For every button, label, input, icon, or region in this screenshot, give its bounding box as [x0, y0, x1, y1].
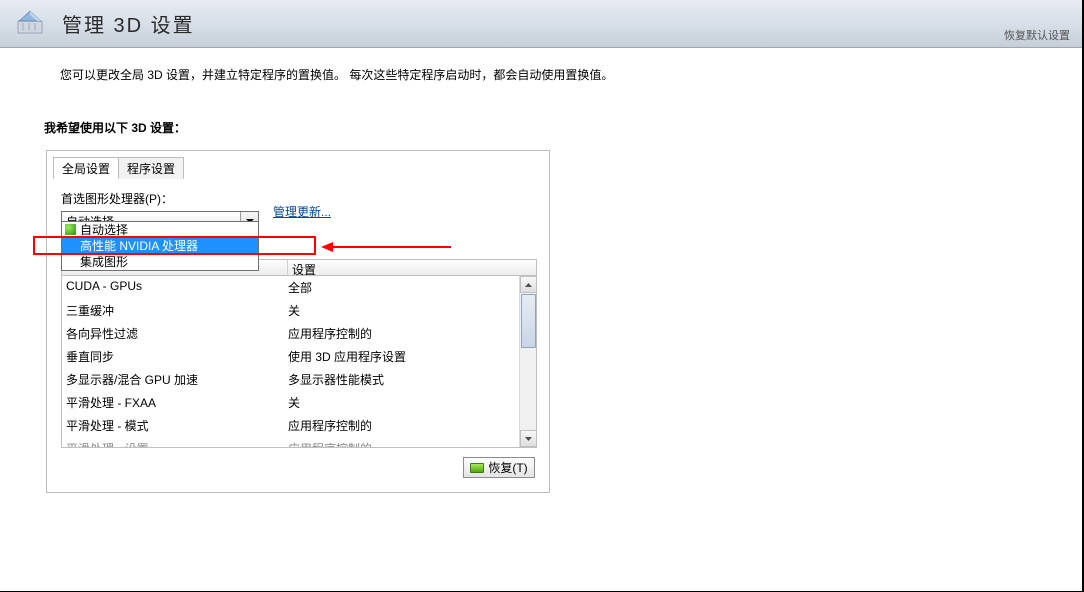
manage-updates-link[interactable]: 管理更新...	[273, 203, 331, 220]
vertical-scrollbar[interactable]	[519, 276, 536, 447]
scroll-down-icon[interactable]	[520, 430, 537, 447]
row-feature: 多显示器/混合 GPU 加速	[66, 371, 288, 388]
table-row[interactable]: 多显示器/混合 GPU 加速多显示器性能模式	[62, 368, 536, 391]
row-feature: 三重缓冲	[66, 302, 288, 319]
dropdown-item-nvidia[interactable]: 高性能 NVIDIA 处理器	[62, 238, 258, 254]
table-row[interactable]: 垂直同步使用 3D 应用程序设置	[62, 345, 536, 368]
table-row[interactable]: 各向异性过滤应用程序控制的	[62, 322, 536, 345]
row-setting: 使用 3D 应用程序设置	[288, 348, 488, 365]
nvidia-logo-icon	[14, 8, 46, 40]
row-feature: 平滑处理 - FXAA	[66, 394, 288, 411]
settings-table-body: CUDA - GPUs全部三重缓冲关各向异性过滤应用程序控制的垂直同步使用 3D…	[61, 276, 537, 448]
dropdown-item-auto[interactable]: 自动选择	[62, 222, 258, 238]
th-setting: 设置	[288, 260, 536, 275]
row-setting: 多显示器性能模式	[288, 371, 488, 388]
header-bar: 管理 3D 设置 恢复默认设置	[0, 0, 1084, 48]
row-setting: 应用程序控制的	[288, 440, 488, 448]
gpu-dropdown: 自动选择 高性能 NVIDIA 处理器 集成图形	[61, 221, 259, 271]
section-title: 我希望使用以下 3D 设置：	[44, 119, 1084, 136]
table-row[interactable]: CUDA - GPUs全部	[62, 276, 536, 299]
description-text: 您可以更改全局 3D 设置，并建立特定程序的置换值。 每次这些特定程序启动时，都…	[60, 66, 1084, 83]
row-setting: 应用程序控制的	[288, 417, 488, 434]
nvidia-badge-icon	[470, 463, 484, 473]
dropdown-item-integrated[interactable]: 集成图形	[62, 254, 258, 270]
row-feature: 平滑处理 - 设置	[66, 440, 288, 448]
row-feature: 平滑处理 - 模式	[66, 417, 288, 434]
scroll-thumb[interactable]	[521, 294, 536, 348]
tabs-row: 全局设置 程序设置	[53, 158, 549, 180]
tab-program[interactable]: 程序设置	[118, 157, 184, 179]
table-row[interactable]: 平滑处理 - 设置应用程序控制的	[62, 437, 536, 448]
table-row[interactable]: 平滑处理 - 模式应用程序控制的	[62, 414, 536, 437]
row-feature: CUDA - GPUs	[66, 279, 288, 296]
restore-button-label: 恢复(T)	[488, 459, 527, 476]
tab-global[interactable]: 全局设置	[53, 157, 119, 179]
row-feature: 垂直同步	[66, 348, 288, 365]
row-setting: 关	[288, 394, 488, 411]
restore-button[interactable]: 恢复(T)	[463, 457, 535, 478]
settings-panel: 全局设置 程序设置 首选图形处理器(P)： 自动选择 管理更新... 自动选择 …	[46, 150, 550, 493]
row-setting: 应用程序控制的	[288, 325, 488, 342]
scroll-up-icon[interactable]	[520, 276, 537, 293]
annotation-arrow-icon	[319, 241, 459, 261]
page-title: 管理 3D 设置	[62, 9, 195, 38]
table-row[interactable]: 三重缓冲关	[62, 299, 536, 322]
table-row[interactable]: 平滑处理 - FXAA关	[62, 391, 536, 414]
row-feature: 各向异性过滤	[66, 325, 288, 342]
restore-defaults-link[interactable]: 恢复默认设置	[1004, 27, 1070, 43]
row-setting: 全部	[288, 279, 488, 296]
row-setting: 关	[288, 302, 488, 319]
